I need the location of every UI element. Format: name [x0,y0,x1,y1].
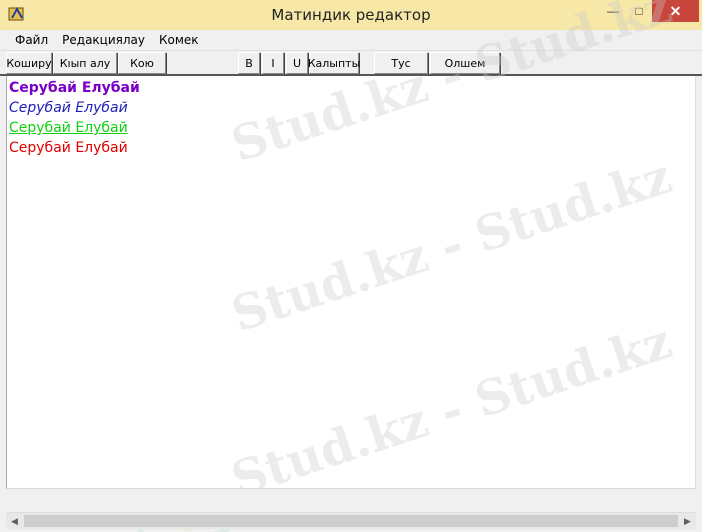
editor-line: Серубай Елубай [9,100,128,116]
copy-button[interactable]: Коширу [6,52,52,74]
window-title: Матиндик редактор [271,6,431,24]
editor-line: Серубай Елубай [9,120,128,136]
underline-button[interactable]: U [286,52,308,74]
minimize-button[interactable]: — [600,0,626,22]
cut-button[interactable]: Кıып алу [53,52,117,74]
scrollbar-thumb[interactable] [24,515,678,527]
menu-help[interactable]: Комек [152,33,206,47]
maximize-button[interactable]: □ [626,0,652,22]
regular-style-button[interactable]: Калыпты [308,52,360,74]
close-button[interactable]: ✕ [652,0,699,22]
paste-button[interactable]: Кою [118,52,166,74]
horizontal-scrollbar[interactable]: ◀ ▶ [6,512,696,529]
italic-button[interactable]: I [262,52,284,74]
editor-line: Серубай Елубай [9,80,140,96]
menu-bar: Файл Редакциялау Комек [0,30,702,50]
scroll-right-icon[interactable]: ▶ [679,513,696,530]
status-area [6,488,696,512]
editor-line: Серубай Елубай [9,140,128,156]
toolbar: Коширу Кıып алу Кою B I U Калыпты Тус Ол… [0,50,702,75]
menu-file[interactable]: Файл [8,33,55,47]
text-editor[interactable]: Серубай Елубай Серубай Елубай Серубай Ел… [6,76,696,488]
size-button[interactable]: Олшем [430,52,500,74]
scroll-left-icon[interactable]: ◀ [6,513,23,530]
menu-edit[interactable]: Редакциялау [55,33,152,47]
title-bar: Матиндик редактор — □ ✕ [0,0,702,30]
color-button[interactable]: Тус [374,52,428,74]
bold-button[interactable]: B [238,52,260,74]
